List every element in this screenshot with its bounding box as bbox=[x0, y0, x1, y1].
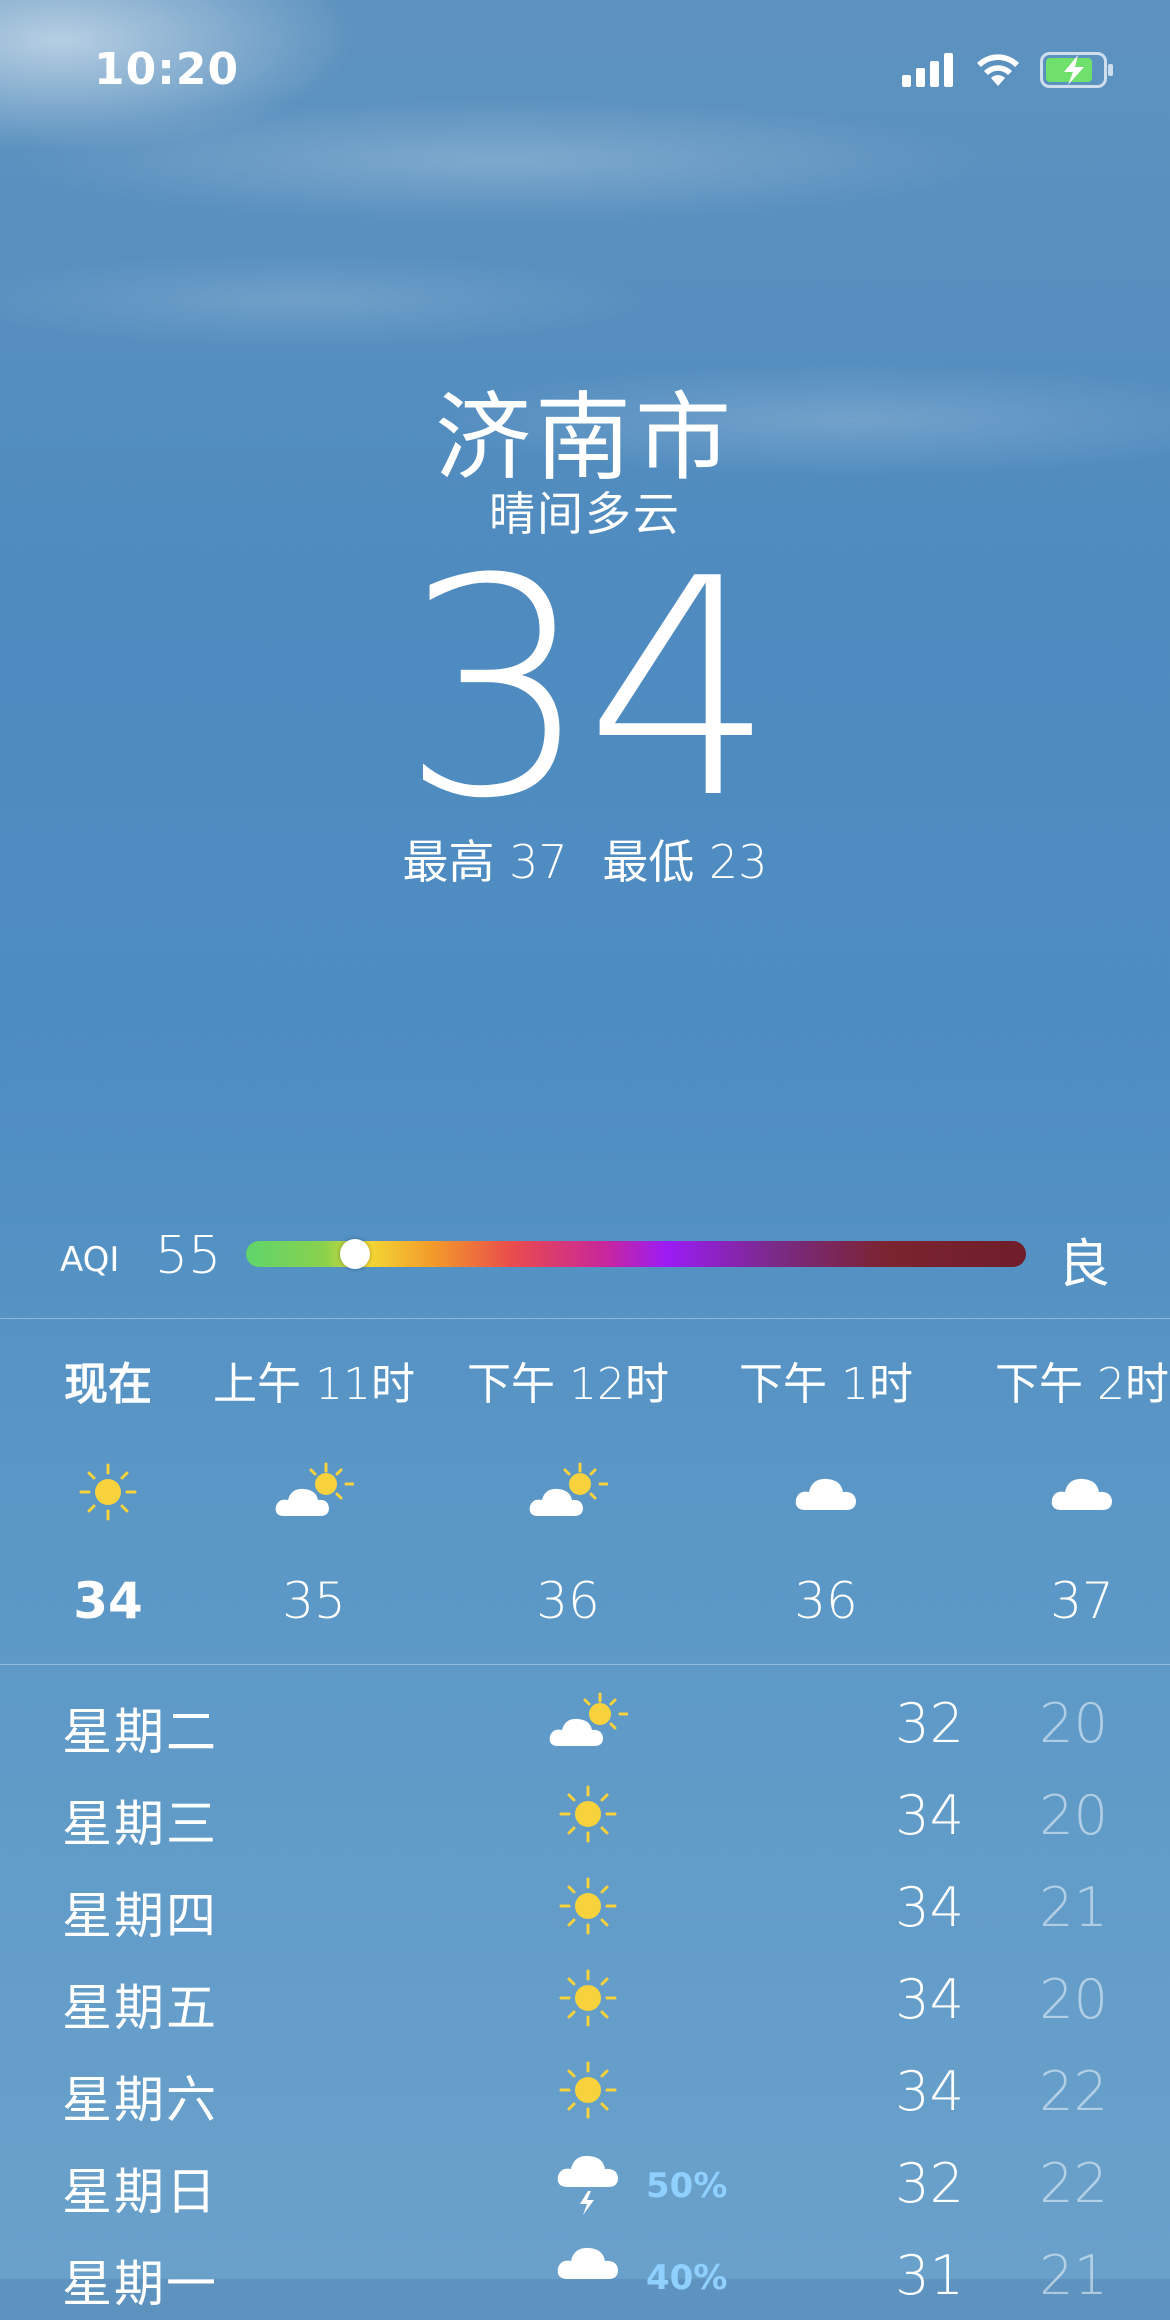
day-name: 星期六 bbox=[62, 2071, 218, 2129]
partly-cloudy-icon bbox=[548, 1682, 628, 1762]
day-low: 22 bbox=[1039, 2060, 1108, 2123]
sun-icon bbox=[548, 2050, 628, 2130]
partly-cloudy-icon bbox=[458, 1452, 678, 1532]
day-high: 32 bbox=[895, 2152, 964, 2215]
day-low: 21 bbox=[1039, 2244, 1108, 2307]
rain-cloud-icon bbox=[548, 2234, 628, 2314]
day-name: 星期五 bbox=[62, 1979, 218, 2037]
hour-temp: 37 bbox=[1050, 1572, 1114, 1630]
day-high: 34 bbox=[895, 1968, 964, 2031]
low-temp: 最低 23 bbox=[602, 835, 768, 889]
battery-charging-icon bbox=[1040, 52, 1114, 92]
day-low: 20 bbox=[1039, 1692, 1108, 1755]
precip-chance: 40% bbox=[646, 2258, 728, 2298]
signal-icon bbox=[902, 53, 956, 91]
high-temp: 最高 37 bbox=[402, 835, 568, 889]
day-high: 34 bbox=[895, 1784, 964, 1847]
aqi-indicator bbox=[340, 1239, 371, 1269]
day-name: 星期三 bbox=[62, 1795, 218, 1853]
day-row: 星期五 34 20 bbox=[0, 1952, 1170, 2044]
day-row: 星期三 34 20 bbox=[0, 1768, 1170, 1860]
day-row: 星期六 34 22 bbox=[0, 2044, 1170, 2136]
sun-icon bbox=[548, 1866, 628, 1946]
divider-top bbox=[0, 1318, 1170, 1319]
aqi-label: AQI bbox=[60, 1240, 120, 1280]
hour-time: 下午 2时 bbox=[995, 1359, 1169, 1410]
status-icons bbox=[902, 52, 1114, 92]
thunderstorm-icon bbox=[548, 2142, 628, 2222]
precip-chance: 50% bbox=[646, 2166, 728, 2206]
cloud-icon bbox=[716, 1452, 936, 1532]
sun-icon bbox=[548, 1958, 628, 2038]
hour-time: 上午 11时 bbox=[213, 1359, 415, 1410]
hour-item: 现在 34 bbox=[0, 1348, 218, 1630]
aqi-value: 55 bbox=[155, 1226, 222, 1286]
high-low: 最高 37 最低 23 bbox=[0, 826, 1170, 892]
day-low: 21 bbox=[1039, 1876, 1108, 1939]
day-name: 星期二 bbox=[62, 1703, 218, 1761]
day-row: 星期一 40% 31 21 bbox=[0, 2228, 1170, 2320]
hour-item: 下午 2时 37 bbox=[972, 1348, 1170, 1630]
day-high: 31 bbox=[895, 2244, 964, 2307]
sun-icon bbox=[548, 1774, 628, 1854]
day-name: 星期一 bbox=[62, 2255, 218, 2313]
hour-time: 现在 bbox=[64, 1359, 152, 1410]
sun-icon bbox=[0, 1452, 218, 1532]
hour-temp: 36 bbox=[794, 1572, 858, 1630]
hour-temp: 34 bbox=[73, 1572, 143, 1630]
day-row: 星期日 50% 32 22 bbox=[0, 2136, 1170, 2228]
day-low: 20 bbox=[1039, 1784, 1108, 1847]
wifi-icon bbox=[974, 52, 1022, 92]
partly-cloudy-icon bbox=[204, 1452, 424, 1532]
current-temperature: 34 bbox=[400, 515, 776, 864]
divider-bottom bbox=[0, 1664, 1170, 1665]
cloud-icon bbox=[972, 1452, 1170, 1532]
aqi-grade: 良 bbox=[1057, 1235, 1110, 1295]
hour-item: 下午 1时 36 bbox=[716, 1348, 936, 1630]
day-row: 星期二 32 20 bbox=[0, 1676, 1170, 1768]
day-low: 22 bbox=[1039, 2152, 1108, 2215]
day-name: 星期日 bbox=[62, 2163, 218, 2221]
hour-temp: 35 bbox=[282, 1572, 346, 1630]
hour-time: 下午 1时 bbox=[739, 1359, 913, 1410]
day-name: 星期四 bbox=[62, 1887, 218, 1945]
day-row: 星期四 34 21 bbox=[0, 1860, 1170, 1952]
day-high: 34 bbox=[895, 2060, 964, 2123]
hour-temp: 36 bbox=[536, 1572, 600, 1630]
day-low: 20 bbox=[1039, 1968, 1108, 2031]
hour-time: 下午 12时 bbox=[467, 1359, 669, 1410]
hour-item: 下午 12时 36 bbox=[458, 1348, 678, 1630]
status-time: 10:20 bbox=[94, 44, 240, 95]
day-high: 32 bbox=[895, 1692, 964, 1755]
hour-item: 上午 11时 35 bbox=[204, 1348, 424, 1630]
day-high: 34 bbox=[895, 1876, 964, 1939]
